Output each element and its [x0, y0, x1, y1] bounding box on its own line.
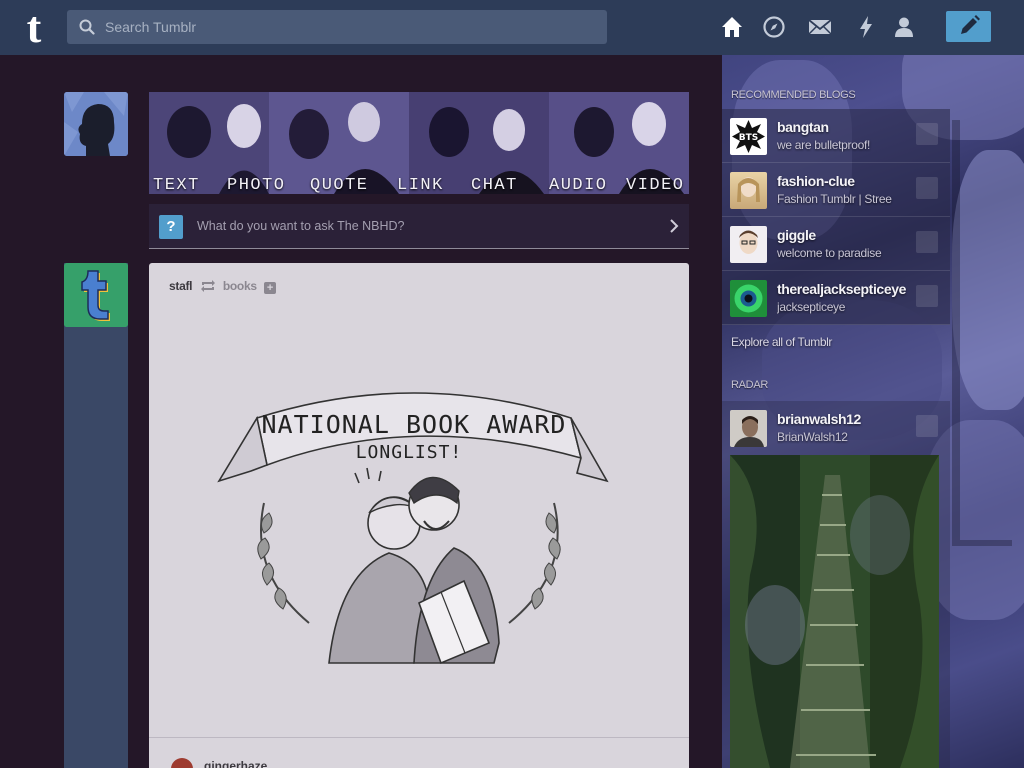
post-type-chat[interactable]: CHAT — [471, 176, 518, 194]
reblogger-avatar[interactable] — [171, 758, 193, 768]
brianwalsh12-avatar — [730, 410, 767, 447]
green-eye-icon — [734, 284, 763, 313]
post-type-audio[interactable]: AUDIO — [549, 176, 608, 194]
post-source-link[interactable]: books — [223, 279, 257, 293]
blog-name[interactable]: fashion-clue — [777, 173, 855, 189]
follow-button[interactable] — [916, 231, 938, 253]
follow-button[interactable] — [916, 285, 938, 307]
radar-forest-photo[interactable] — [730, 455, 939, 768]
portrait-avatar-icon — [737, 177, 760, 202]
reblog-icon — [200, 280, 215, 292]
follow-plus-icon[interactable]: + — [264, 282, 277, 294]
illustration-title: NATIONAL BOOK AWARD — [262, 410, 567, 439]
chevron-right-icon — [670, 219, 679, 233]
reblogger-name-link[interactable]: gingerhaze — [204, 759, 267, 768]
post-type-banner: TEXT PHOTO QUOTE LINK CHAT AUDIO VIDEO — [149, 92, 689, 194]
search-icon — [79, 19, 95, 35]
blog-description: Fashion Tumblr | Stree — [777, 192, 892, 206]
giggle-avatar — [730, 226, 767, 263]
recommended-blog-item[interactable]: giggle welcome to paradise — [722, 217, 950, 271]
account-person-icon[interactable] — [891, 14, 917, 40]
tumblr-t-avatar-icon — [64, 263, 128, 327]
bangtan-avatar: BTS — [730, 118, 767, 155]
follow-button[interactable] — [916, 123, 938, 145]
recommended-blog-item[interactable]: fashion-clue Fashion Tumblr | Stree — [722, 163, 950, 217]
post-author-link[interactable]: stafl — [169, 279, 192, 293]
top-navbar: t — [0, 0, 1024, 55]
post-type-text[interactable]: TEXT — [153, 176, 200, 194]
recommended-blog-item[interactable]: therealjacksepticeye jacksepticeye — [722, 271, 950, 325]
recommended-blogs-list: BTS bangtan we are bulletproof! fashion-… — [722, 109, 950, 325]
post-header: stafl books + — [169, 279, 277, 295]
ask-prompt-bar[interactable]: ? What do you want to ask The NBHD? — [149, 204, 689, 249]
activity-lightning-icon[interactable] — [853, 14, 879, 40]
blog-description: jacksepticeye — [777, 300, 846, 314]
recommended-blogs-heading: RECOMMENDED BLOGS — [731, 89, 856, 101]
user-avatar[interactable] — [64, 92, 128, 156]
recommended-blog-item[interactable]: BTS bangtan we are bulletproof! — [722, 109, 950, 163]
post-avatar-rail — [64, 263, 128, 768]
blog-name[interactable]: bangtan — [777, 119, 829, 135]
radar-heading: RADAR — [731, 379, 769, 391]
post-type-video[interactable]: VIDEO — [626, 176, 685, 194]
post-type-photo[interactable]: PHOTO — [227, 176, 286, 194]
blog-name[interactable]: brianwalsh12 — [777, 411, 861, 427]
blog-name[interactable]: giggle — [777, 227, 816, 243]
home-icon[interactable] — [719, 14, 745, 40]
blog-description: we are bulletproof! — [777, 138, 871, 152]
post-divider — [149, 737, 689, 738]
follow-button[interactable] — [916, 177, 938, 199]
explore-tumblr-link[interactable]: Explore all of Tumblr — [731, 335, 832, 349]
radar-blog-item[interactable]: brianwalsh12 BrianWalsh12 — [722, 401, 950, 455]
inbox-envelope-icon[interactable] — [807, 14, 833, 40]
follow-button[interactable] — [916, 415, 938, 437]
post-illustration[interactable]: NATIONAL BOOK AWARD LONGLIST! — [209, 363, 619, 683]
explore-compass-icon[interactable] — [761, 14, 787, 40]
right-sidebar: RECOMMENDED BLOGS BTS bangtan we are bul… — [722, 55, 1024, 768]
blog-description: welcome to paradise — [777, 246, 882, 260]
tumblr-logo[interactable]: t — [19, 6, 49, 50]
post-type-link[interactable]: LINK — [397, 176, 444, 194]
compose-post-button[interactable] — [946, 11, 991, 42]
ask-prompt-text: What do you want to ask The NBHD? — [197, 219, 405, 233]
dashboard-post: stafl books + NATIONAL BOOK AWARD LONGLI… — [149, 263, 689, 768]
illustration-subtitle: LONGLIST! — [356, 442, 463, 463]
search-bar[interactable] — [67, 10, 607, 44]
svg-text:BTS: BTS — [739, 133, 758, 143]
blog-description: BrianWalsh12 — [777, 430, 848, 444]
blog-avatar[interactable] — [64, 263, 128, 327]
silhouette-avatar-icon — [64, 92, 128, 156]
fashion-clue-avatar — [730, 172, 767, 209]
bts-burst-icon: BTS — [732, 120, 765, 153]
search-input[interactable] — [105, 10, 595, 44]
portrait-avatar-icon — [739, 230, 758, 254]
post-type-quote[interactable]: QUOTE — [310, 176, 369, 194]
portrait-avatar-icon — [730, 410, 767, 447]
blog-name[interactable]: therealjacksepticeye — [777, 281, 906, 297]
ask-question-icon: ? — [159, 215, 183, 239]
jacksepticeye-avatar — [730, 280, 767, 317]
pencil-icon — [961, 15, 980, 34]
